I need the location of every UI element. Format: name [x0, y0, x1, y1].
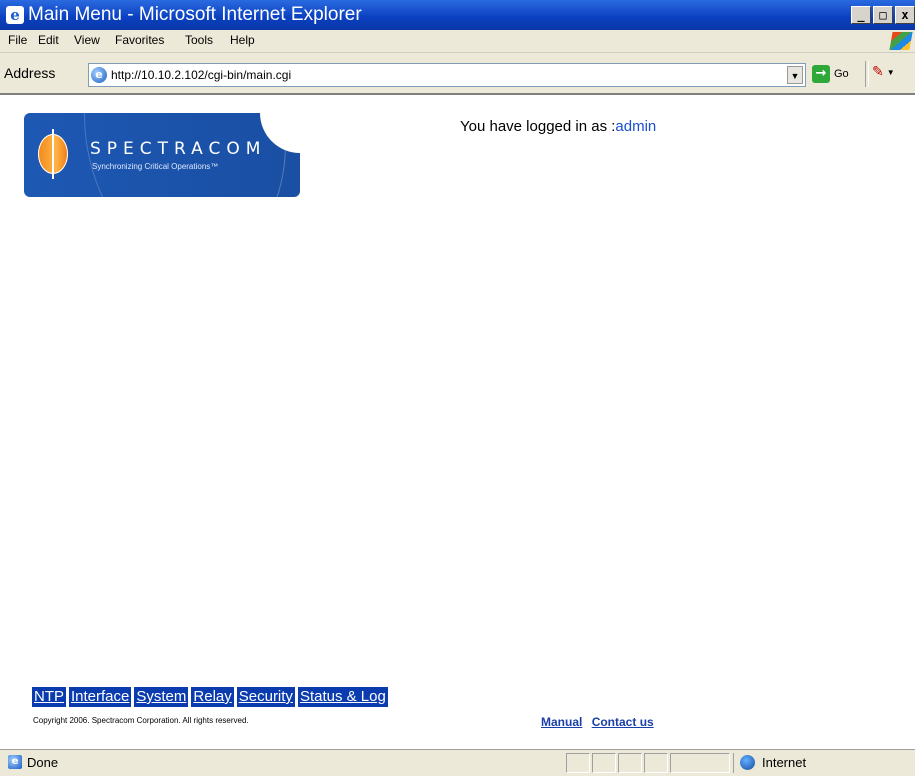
address-bar: Address e http://10.10.2.102/cgi-bin/mai…: [0, 53, 915, 95]
footer-links: Manual Contact us: [541, 715, 660, 729]
menu-tools[interactable]: Tools: [185, 33, 213, 47]
login-prefix: You have logged in as :: [460, 118, 616, 135]
logo-tagline: Synchronizing Critical Operations™: [92, 162, 219, 171]
page-status-icon: e: [8, 755, 22, 769]
page-icon: e: [91, 67, 107, 83]
window-controls: _ □ x: [849, 6, 915, 24]
status-panel: [618, 753, 642, 773]
zone-label: Internet: [762, 755, 807, 770]
pdf-icon: ✎: [872, 63, 884, 79]
window-title-bar[interactable]: e Main Menu - Microsoft Internet Explore…: [0, 0, 915, 30]
copyright-text: Copyright 2006. Spectracom Corporation. …: [33, 716, 249, 725]
status-panel: [566, 753, 590, 773]
manual-link[interactable]: Manual: [541, 715, 582, 729]
menu-view[interactable]: View: [74, 33, 100, 47]
logo-orb-line: [52, 129, 54, 179]
menu-favorites[interactable]: Favorites: [115, 33, 164, 47]
address-url[interactable]: http://10.10.2.102/cgi-bin/main.cgi: [111, 68, 291, 82]
minimize-button[interactable]: _: [851, 6, 871, 24]
nav-status-log[interactable]: Status & Log: [297, 687, 388, 707]
window-title: Main Menu - Microsoft Internet Explorer: [28, 4, 362, 25]
status-bar: e Done Internet: [0, 749, 915, 776]
contact-us-link[interactable]: Contact us: [592, 715, 654, 729]
nav-security[interactable]: Security: [236, 687, 295, 707]
address-dropdown-button[interactable]: ▼: [787, 66, 803, 84]
security-zone[interactable]: Internet: [733, 753, 915, 773]
page-content: SPECTRACOM Synchronizing Critical Operat…: [0, 95, 915, 747]
login-username: admin: [615, 118, 657, 135]
go-button[interactable]: → Go: [812, 65, 849, 83]
ie-icon: e: [6, 6, 24, 24]
nav-relay[interactable]: Relay: [191, 687, 234, 707]
globe-icon: [740, 755, 755, 770]
login-message: You have logged in as :admin: [460, 118, 656, 135]
nav-interface[interactable]: Interface: [69, 687, 132, 707]
nav-ntp[interactable]: NTP: [32, 687, 66, 707]
maximize-button[interactable]: □: [873, 6, 893, 24]
chevron-down-icon: ▼: [886, 67, 895, 77]
nav-system[interactable]: System: [134, 687, 189, 707]
close-button[interactable]: x: [895, 6, 915, 24]
address-input[interactable]: e http://10.10.2.102/cgi-bin/main.cgi ▼: [88, 63, 806, 87]
spectracom-logo: SPECTRACOM Synchronizing Critical Operat…: [24, 113, 300, 197]
menu-help[interactable]: Help: [230, 33, 255, 47]
toolbar-separator: [865, 61, 869, 87]
status-panel: [592, 753, 616, 773]
logo-brand-text: SPECTRACOM: [90, 139, 267, 159]
main-nav: NTP Interface System Relay Security Stat…: [32, 687, 388, 707]
menu-bar: File Edit View Favorites Tools Help: [0, 30, 915, 53]
address-label: Address: [4, 65, 56, 81]
go-arrow-icon: →: [812, 65, 830, 83]
pdf-toolbar-button[interactable]: ✎ ▼: [872, 63, 895, 80]
status-panel: [670, 753, 730, 773]
menu-file[interactable]: File: [8, 33, 27, 47]
go-label: Go: [834, 68, 849, 80]
windows-logo-icon: [889, 32, 913, 50]
status-text: Done: [27, 755, 59, 770]
status-panel: [644, 753, 668, 773]
menu-edit[interactable]: Edit: [38, 33, 59, 47]
